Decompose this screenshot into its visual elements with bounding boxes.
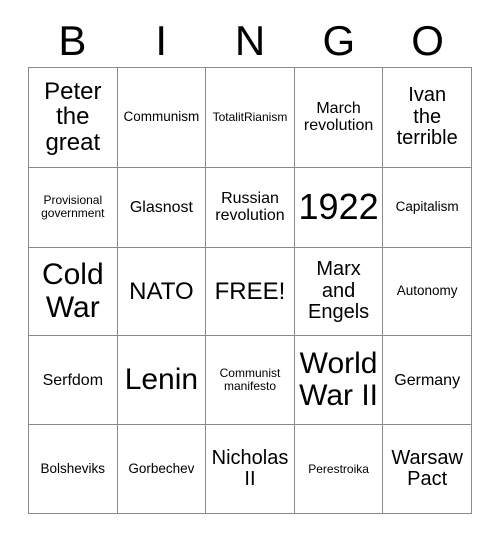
bingo-cell[interactable]: Communist manifesto (206, 336, 295, 426)
bingo-card: B I N G O Peter the great Communism Tota… (0, 0, 500, 544)
bingo-cell[interactable]: Gorbechev (117, 425, 207, 514)
bingo-cell[interactable]: Glasnost (117, 167, 207, 248)
bingo-cell[interactable]: Cold War (29, 247, 118, 337)
bingo-cell-label: Peter the great (44, 77, 102, 157)
bingo-cell[interactable]: Warsaw Pact (383, 425, 472, 514)
bingo-grid: Peter the great Communism TotalitRianism… (28, 67, 472, 514)
bingo-cell-label: Bolsheviks (40, 460, 106, 476)
bingo-cell[interactable]: World War II (294, 336, 384, 426)
bingo-cell-label: Capitalism (395, 198, 459, 214)
bingo-cell-label: Cold War (41, 258, 104, 324)
bingo-cell-label: Communist manifesto (219, 366, 281, 394)
bingo-cell[interactable]: TotalitRianism (206, 68, 295, 168)
bingo-cell[interactable]: NATO (117, 247, 207, 337)
bingo-header-letter-o: O (411, 16, 444, 64)
bingo-row: Provisional government Glasnost Russian … (29, 167, 472, 248)
bingo-cell[interactable]: Capitalism (383, 167, 472, 248)
bingo-cell-label: Communism (123, 109, 200, 125)
bingo-cell-label: Nicholas II (211, 446, 289, 491)
bingo-cell[interactable]: Marx and Engels (294, 247, 384, 337)
bingo-cell[interactable]: Provisional government (29, 167, 118, 248)
bingo-header: B I N G O (28, 14, 472, 67)
bingo-cell-label: World War II (299, 346, 379, 413)
bingo-header-letter-i: I (155, 16, 168, 64)
bingo-cell-label: Lenin (124, 363, 199, 397)
bingo-cell-label: Glasnost (129, 198, 193, 216)
bingo-row: Peter the great Communism TotalitRianism… (29, 68, 472, 168)
bingo-cell[interactable]: Nicholas II (206, 425, 295, 514)
bingo-cell[interactable]: Lenin (117, 336, 207, 426)
bingo-cell[interactable]: Ivan the terrible (383, 68, 472, 168)
bingo-cell[interactable]: Perestroika (294, 425, 384, 514)
bingo-cell[interactable]: Communism (117, 68, 207, 168)
bingo-header-letter-g: G (322, 16, 356, 64)
bingo-cell-label: Serfdom (42, 371, 104, 389)
bingo-cell-label: Marx and Engels (308, 258, 370, 324)
bingo-cell-label: FREE! (214, 277, 286, 305)
bingo-cell[interactable]: Germany (383, 336, 472, 426)
bingo-cell[interactable]: Peter the great (29, 68, 118, 168)
bingo-cell-label: Ivan the terrible (396, 84, 458, 150)
bingo-cell-label: Autonomy (396, 283, 458, 299)
bingo-cell[interactable]: Serfdom (29, 336, 118, 426)
bingo-cell[interactable]: March revolution (294, 68, 384, 168)
bingo-cell-label: Warsaw Pact (391, 446, 463, 491)
bingo-cell-free[interactable]: FREE! (206, 247, 295, 337)
bingo-header-letter-n: N (234, 16, 266, 64)
bingo-row: Cold War NATO FREE! Marx and Engels Auto… (29, 247, 472, 337)
bingo-cell-label: Perestroika (308, 461, 369, 476)
bingo-cell-label: Russian revolution (215, 189, 285, 225)
bingo-row: Bolsheviks Gorbechev Nicholas II Perestr… (29, 425, 472, 514)
bingo-cell-label: Germany (394, 371, 461, 389)
bingo-cell[interactable]: Autonomy (383, 247, 472, 337)
bingo-row: Serfdom Lenin Communist manifesto World … (29, 336, 472, 426)
bingo-cell-label: Provisional government (41, 193, 105, 221)
bingo-cell-label: TotalitRianism (212, 109, 288, 124)
bingo-cell-label: Gorbechev (128, 460, 195, 476)
bingo-cell[interactable]: Russian revolution (206, 167, 295, 248)
bingo-cell[interactable]: 1922 (294, 167, 384, 248)
bingo-header-letter-b: B (58, 16, 87, 64)
bingo-cell[interactable]: Bolsheviks (29, 425, 118, 514)
bingo-cell-label: 1922 (298, 185, 379, 227)
bingo-cell-label: March revolution (303, 100, 374, 135)
bingo-cell-label: NATO (129, 277, 194, 305)
